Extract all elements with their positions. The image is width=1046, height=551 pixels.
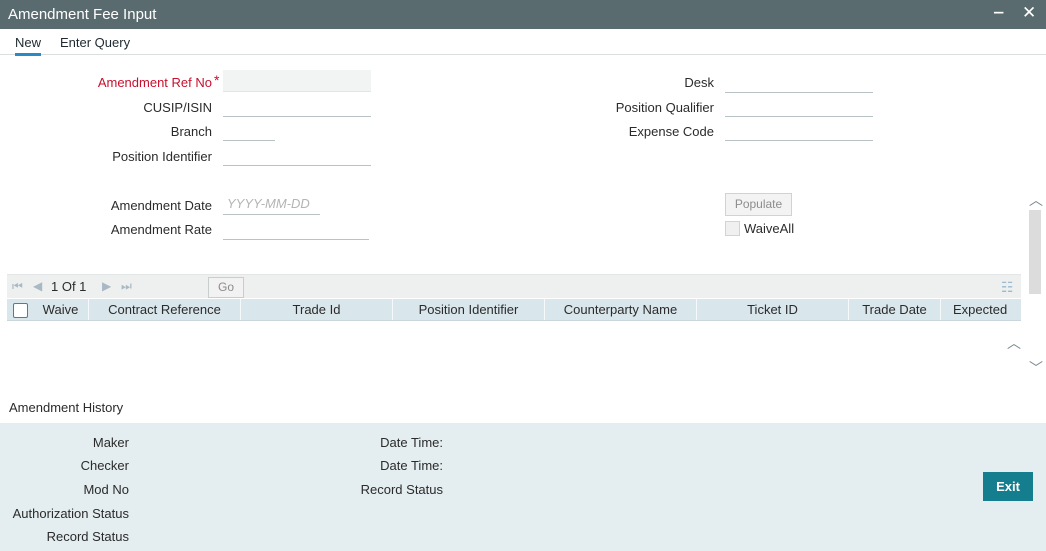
waive-all-checkbox[interactable]: [725, 221, 740, 236]
scroll-up-icon[interactable]: ︿: [1029, 190, 1043, 210]
go-button[interactable]: Go: [208, 277, 244, 298]
last-page-icon[interactable]: ⏭: [121, 279, 132, 294]
branch-field[interactable]: [223, 119, 275, 141]
branch-label: Branch: [170, 124, 212, 139]
amendment-rate-field[interactable]: [223, 218, 369, 240]
maker-label: Maker: [92, 435, 129, 450]
checker-date-time-label: Date Time:: [380, 458, 443, 473]
action-toolbar: New Enter Query: [0, 29, 1046, 56]
amendment-ref-no-field[interactable]: [223, 70, 371, 92]
column-header-counterparty-name[interactable]: Counterparty Name: [545, 299, 697, 320]
amendment-history-panel: Maker Checker Mod No Authorization Statu…: [0, 423, 1046, 551]
close-icon[interactable]: ✕: [1022, 3, 1036, 23]
expense-code-label: Expense Code: [628, 124, 714, 139]
record-status-label: Record Status: [46, 529, 129, 544]
enter-query-button[interactable]: Enter Query: [60, 35, 130, 50]
window-titlebar: Amendment Fee Input ‒ ✕: [0, 0, 1046, 29]
desk-field[interactable]: [725, 71, 873, 93]
scrollbar-thumb[interactable]: [1029, 210, 1041, 294]
mod-no-label: Mod No: [83, 482, 129, 497]
grid-scroll-up-icon[interactable]: ︿: [1007, 333, 1021, 353]
amendment-ref-no-label: Amendment Ref No: [97, 75, 212, 90]
amendment-date-label: Amendment Date: [110, 198, 212, 213]
grid-header: Waive Contract Reference Trade Id Positi…: [7, 299, 1021, 321]
amendment-history-title: Amendment History: [9, 400, 124, 415]
expense-code-field[interactable]: [725, 119, 873, 141]
cusip-isin-label: CUSIP/ISIN: [143, 100, 212, 115]
checker-label: Checker: [80, 458, 129, 473]
form-scrollbar[interactable]: ︿ ﹀: [1026, 178, 1044, 378]
window-title: Amendment Fee Input: [8, 6, 157, 23]
maker-date-time-label: Date Time:: [380, 435, 443, 450]
page-indicator: 1 Of 1: [51, 279, 87, 294]
select-all-checkbox[interactable]: [13, 303, 28, 318]
column-header-ticket-id[interactable]: Ticket ID: [697, 299, 849, 320]
column-header-expected[interactable]: Expected: [941, 299, 1021, 320]
amendment-rate-label: Amendment Rate: [110, 222, 212, 237]
desk-label: Desk: [684, 75, 714, 90]
column-header-waive[interactable]: Waive: [33, 299, 89, 320]
first-page-icon[interactable]: ⏮: [12, 279, 23, 294]
authorization-status-label: Authorization Status: [12, 506, 129, 521]
required-marker: *: [214, 72, 220, 88]
grid-menu-icon[interactable]: ☷: [1001, 279, 1014, 296]
cusip-isin-field[interactable]: [223, 95, 371, 117]
position-identifier-label: Position Identifier: [112, 149, 212, 164]
grid-body: [7, 321, 1007, 391]
record-status-label-2: Record Status: [360, 482, 443, 497]
exit-button[interactable]: Exit: [983, 472, 1033, 501]
column-header-trade-id[interactable]: Trade Id: [241, 299, 393, 320]
populate-button[interactable]: Populate: [725, 193, 792, 216]
minimize-icon[interactable]: ‒: [994, 2, 1003, 22]
amendment-date-field[interactable]: [223, 193, 320, 215]
waive-all-label: WaiveAll: [744, 221, 795, 236]
column-header-position-identifier[interactable]: Position Identifier: [393, 299, 545, 320]
next-page-icon[interactable]: ▶: [102, 279, 111, 293]
position-identifier-field[interactable]: [223, 144, 371, 166]
column-header-contract-reference[interactable]: Contract Reference: [89, 299, 241, 320]
position-qualifier-label: Position Qualifier: [615, 100, 714, 115]
amendment-history-header: Amendment History: [0, 393, 1046, 423]
scroll-down-icon[interactable]: ﹀: [1029, 358, 1043, 378]
previous-page-icon[interactable]: ◀: [33, 279, 42, 293]
column-header-trade-date[interactable]: Trade Date: [849, 299, 941, 320]
grid-navigation-bar: ⏮ ◀ 1 Of 1 ▶ ⏭ Go ☷: [7, 274, 1021, 298]
position-qualifier-field[interactable]: [725, 95, 873, 117]
new-button[interactable]: New: [15, 35, 42, 56]
